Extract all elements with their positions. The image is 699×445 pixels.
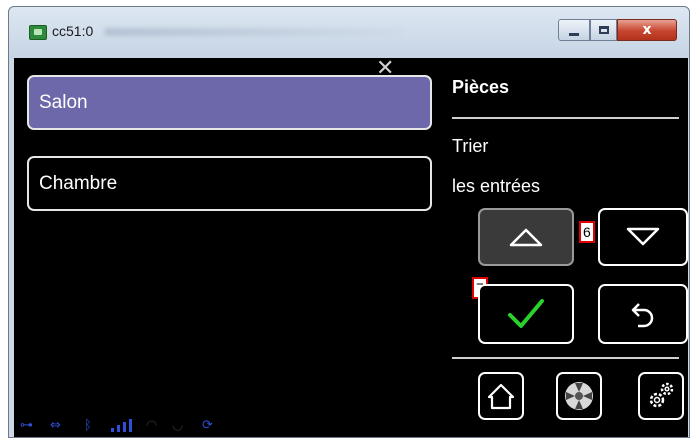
divider bbox=[452, 117, 679, 119]
home-button[interactable] bbox=[478, 372, 524, 420]
maximize-button[interactable] bbox=[590, 19, 617, 41]
ethernet-icon: ⊶ bbox=[20, 418, 33, 433]
maximize-icon bbox=[598, 26, 609, 34]
bluetooth-icon: ᛒ bbox=[84, 418, 92, 433]
link-icon: ⇔ bbox=[50, 418, 61, 433]
minimize-button[interactable] bbox=[558, 19, 590, 41]
climate-button[interactable] bbox=[556, 372, 602, 420]
minimize-icon bbox=[569, 32, 579, 36]
move-down-button[interactable] bbox=[598, 208, 688, 266]
fan-icon bbox=[565, 382, 593, 410]
window-title: cc51:0 bbox=[52, 23, 94, 39]
close-button[interactable]: x bbox=[617, 19, 677, 41]
sort-label-entries: les entrées bbox=[452, 176, 541, 196]
back-button[interactable] bbox=[598, 284, 688, 344]
list-item-label: Salon bbox=[39, 91, 88, 113]
right-panel: Pièces Trier les entrées 6 7 bbox=[449, 58, 688, 437]
status-bar: ⊶ ⇔ ᛒ ◠ ◡ ⟳ bbox=[14, 411, 274, 437]
triangle-down-icon bbox=[626, 227, 660, 246]
blurred-title-text bbox=[104, 28, 404, 36]
title-bar[interactable]: cc51:0 x bbox=[9, 7, 689, 59]
triangle-up-icon bbox=[509, 228, 543, 247]
gears-icon bbox=[649, 382, 674, 408]
settings-button[interactable] bbox=[638, 372, 684, 420]
confirm-button[interactable] bbox=[478, 284, 574, 344]
home-icon bbox=[487, 383, 515, 410]
checkmark-icon bbox=[508, 299, 544, 328]
list-item-salon[interactable]: Salon bbox=[27, 75, 432, 130]
divider bbox=[452, 357, 679, 359]
undo-arrow-icon bbox=[631, 303, 654, 328]
list-item-label: Chambre bbox=[39, 172, 118, 194]
annotation-marker: 6 bbox=[579, 221, 595, 243]
device-screen: ✕ Salon Chambre Pièces Trier les entrées… bbox=[14, 58, 688, 437]
sort-label: Trier bbox=[452, 136, 489, 156]
sync-icon: ⟳ bbox=[202, 418, 213, 433]
close-icon: x bbox=[642, 22, 652, 38]
panel-title: Pièces bbox=[452, 77, 510, 97]
app-icon bbox=[29, 25, 47, 40]
wifi-icon: ◠ bbox=[146, 418, 158, 433]
move-up-button[interactable] bbox=[478, 208, 574, 266]
signal-icon bbox=[111, 419, 132, 432]
list-item-chambre[interactable]: Chambre bbox=[27, 156, 432, 211]
wifi-icon: ◡ bbox=[172, 418, 184, 433]
